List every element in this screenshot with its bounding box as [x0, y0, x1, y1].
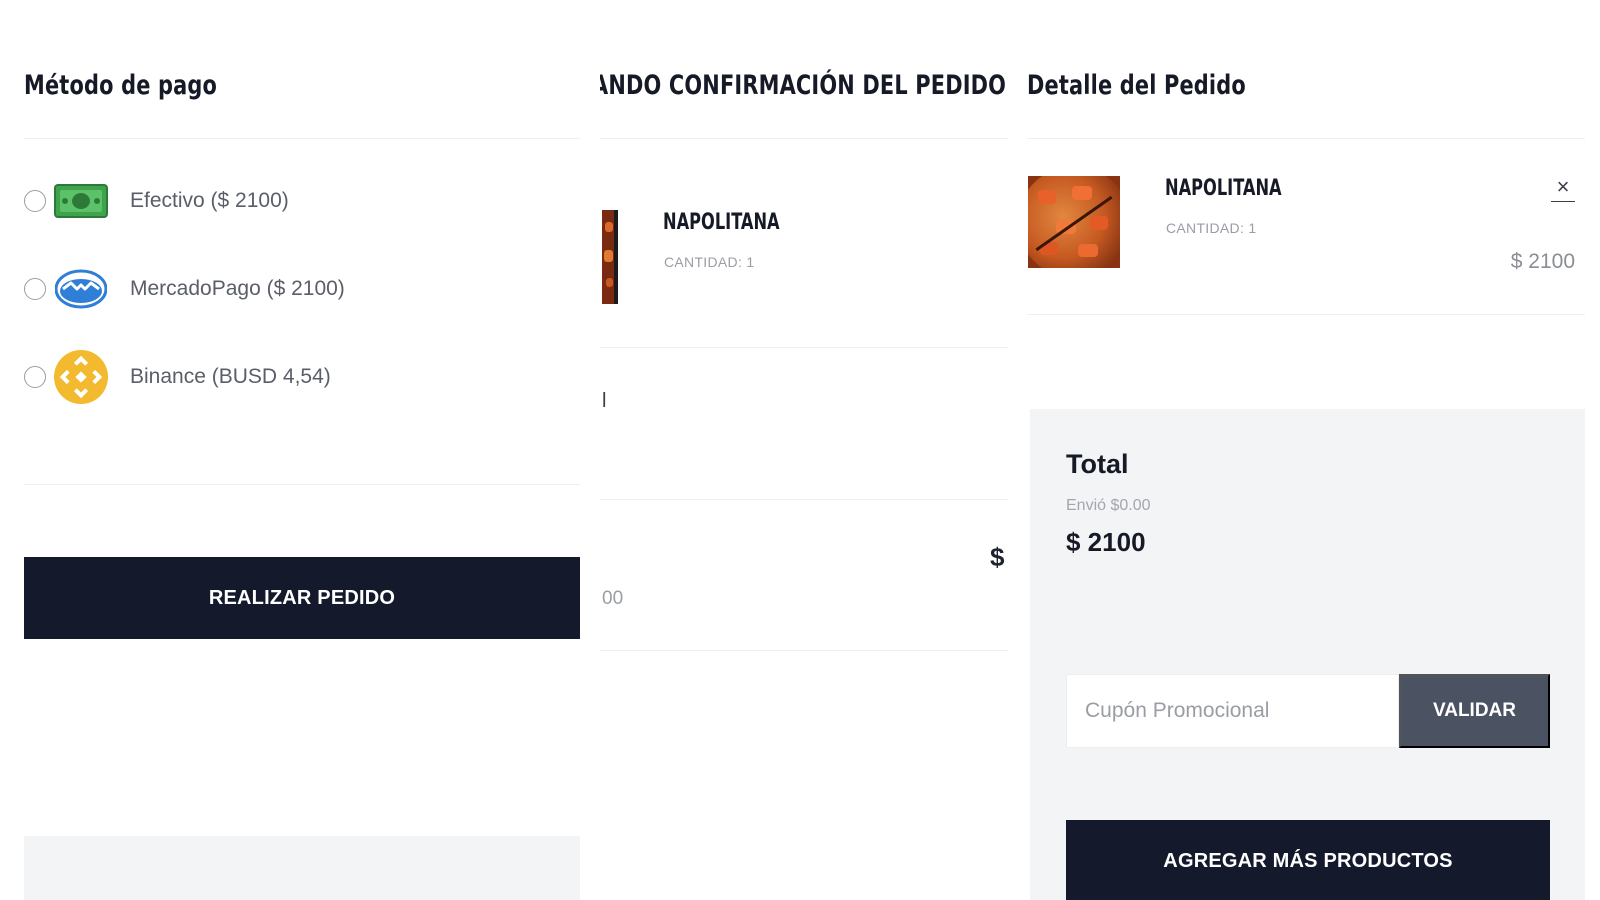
- product-quantity: CANTIDAD: 1: [664, 254, 755, 270]
- validate-coupon-button[interactable]: VALIDAR: [1399, 674, 1550, 748]
- divider: [1027, 314, 1585, 315]
- product-thumbnail: [602, 210, 618, 304]
- order-summary: Total Envió $0.00 $ 2100 Cupón Promocion…: [1030, 409, 1585, 900]
- coupon-input[interactable]: Cupón Promocional: [1066, 674, 1399, 748]
- divider: [600, 138, 1008, 139]
- mercadopago-radio[interactable]: [24, 278, 46, 300]
- coupon-placeholder: Cupón Promocional: [1085, 699, 1270, 722]
- mercadopago-icon: [54, 262, 108, 316]
- divider: [600, 347, 1008, 348]
- payment-panel: Método de pago Efectivo ($ 2100) Mercado…: [0, 0, 600, 900]
- cash-label: Efectivo ($ 2100): [130, 189, 289, 212]
- payment-title: Método de pago: [24, 70, 218, 101]
- confirmation-panel: ANDO CONFIRMACIÓN DEL PEDIDO NAPOLITANA …: [600, 0, 1010, 900]
- shipping-cost: Envió $0.00: [1066, 497, 1151, 514]
- cash-icon: [54, 174, 108, 228]
- confirmation-title: ANDO CONFIRMACIÓN DEL PEDIDO: [600, 70, 1007, 101]
- divider: [600, 650, 1008, 651]
- divider: [24, 484, 580, 485]
- payment-option-binance[interactable]: Binance (BUSD 4,54): [24, 350, 331, 404]
- place-order-button[interactable]: REALIZAR PEDIDO: [24, 557, 580, 639]
- cutoff-currency: $: [990, 542, 1005, 572]
- binance-label: Binance (BUSD 4,54): [130, 365, 331, 388]
- total-label: Total: [1066, 449, 1129, 479]
- divider: [24, 138, 580, 139]
- order-panel: Detalle del Pedido NAPOLITANA CANTIDAD: …: [1010, 0, 1600, 900]
- cash-radio[interactable]: [24, 190, 46, 212]
- order-item-quantity: CANTIDAD: 1: [1166, 220, 1257, 236]
- remove-item-button[interactable]: ×: [1551, 176, 1575, 202]
- footer-area: [24, 836, 580, 900]
- add-more-products-button[interactable]: AGREGAR MÁS PRODUCTOS: [1066, 820, 1550, 900]
- divider: [1027, 138, 1585, 139]
- mercadopago-label: MercadoPago ($ 2100): [130, 277, 345, 300]
- binance-radio[interactable]: [24, 366, 46, 388]
- cutoff-text: l: [602, 390, 607, 412]
- order-title: Detalle del Pedido: [1027, 70, 1246, 101]
- divider: [600, 499, 1008, 500]
- payment-option-mercadopago[interactable]: MercadoPago ($ 2100): [24, 262, 345, 316]
- payment-option-cash[interactable]: Efectivo ($ 2100): [24, 174, 289, 228]
- close-icon: ×: [1556, 174, 1570, 199]
- order-item-name: NAPOLITANA: [1165, 176, 1282, 201]
- product-image: [1028, 176, 1120, 268]
- total-value: $ 2100: [1066, 527, 1146, 557]
- order-item-price: $ 2100: [1510, 250, 1575, 273]
- binance-icon: [54, 350, 108, 404]
- cutoff-amount: 00: [602, 588, 624, 609]
- product-name: NAPOLITANA: [663, 210, 780, 235]
